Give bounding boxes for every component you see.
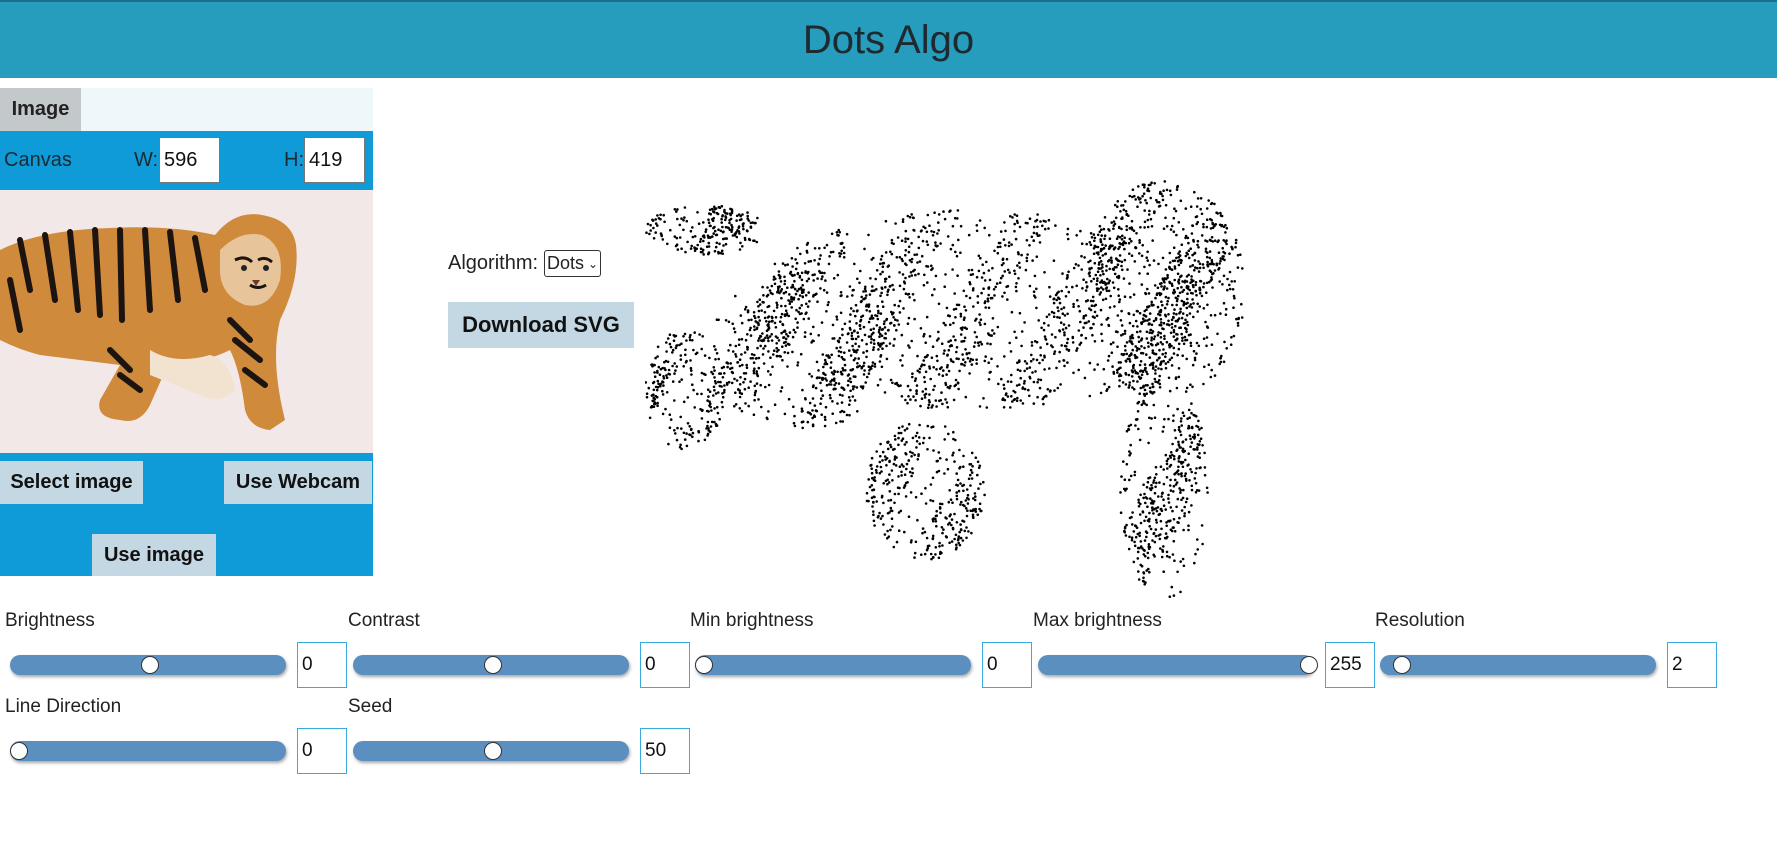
slider-label: Seed	[348, 696, 393, 717]
slider-track[interactable]	[695, 655, 971, 675]
slider-thumb[interactable]	[1393, 656, 1412, 674]
app-header: Dots Algo	[0, 0, 1777, 78]
slider-label: Brightness	[5, 610, 95, 631]
slider-line-direction: Line Direction 0	[5, 696, 347, 776]
dots-output-canvas	[645, 180, 1244, 598]
slider-value-input[interactable]: 50	[640, 728, 690, 774]
slider-value-input[interactable]: 0	[297, 642, 347, 688]
canvas-label: Canvas	[4, 149, 72, 171]
chevron-down-icon: ⌄	[588, 256, 599, 271]
algorithm-select-value: Dots	[547, 253, 585, 273]
slider-value-input[interactable]: 0	[297, 728, 347, 774]
slider-label: Min brightness	[690, 610, 814, 631]
image-actions: Select image Use Webcam Use image	[0, 453, 373, 576]
slider-track[interactable]	[10, 655, 286, 675]
slider-track[interactable]	[10, 741, 286, 761]
slider-track[interactable]	[353, 655, 629, 675]
slider-seed: Seed 50	[348, 696, 690, 776]
image-tab-bar: Image	[0, 88, 373, 131]
slider-label: Resolution	[1375, 610, 1465, 631]
slider-thumb[interactable]	[695, 656, 713, 674]
slider-min-brightness: Min brightness 0	[690, 610, 1032, 690]
app-title: Dots Algo	[802, 17, 975, 62]
slider-track[interactable]	[353, 741, 629, 761]
use-image-button[interactable]: Use image	[92, 534, 216, 576]
algorithm-select[interactable]: Dots ⌄	[544, 250, 602, 277]
slider-value-input[interactable]: 2	[1667, 642, 1717, 688]
slider-thumb[interactable]	[484, 742, 502, 760]
slider-value-input[interactable]: 0	[640, 642, 690, 688]
slider-label: Contrast	[348, 610, 420, 631]
slider-thumb[interactable]	[1300, 656, 1318, 674]
slider-value-input[interactable]: 0	[982, 642, 1032, 688]
tab-image[interactable]: Image	[0, 88, 81, 131]
slider-label: Max brightness	[1033, 610, 1162, 631]
slider-track[interactable]	[1038, 655, 1318, 675]
canvas-height-input[interactable]	[304, 137, 365, 183]
dots-group	[645, 180, 1244, 598]
algorithm-label: Algorithm:	[448, 252, 539, 274]
slider-brightness: Brightness 0	[5, 610, 347, 690]
height-label: H:	[284, 149, 304, 171]
source-image-preview	[0, 190, 373, 453]
slider-contrast: Contrast 0	[348, 610, 690, 690]
canvas-width-input[interactable]	[159, 137, 220, 183]
slider-thumb[interactable]	[141, 656, 159, 674]
download-svg-button[interactable]: Download SVG	[448, 302, 634, 348]
slider-thumb[interactable]	[484, 656, 502, 674]
slider-resolution: Resolution 2	[1375, 610, 1717, 690]
tiger-photo	[0, 214, 297, 430]
algorithm-control: Algorithm: Dots ⌄	[448, 250, 602, 277]
slider-thumb[interactable]	[10, 742, 28, 760]
slider-track[interactable]	[1380, 655, 1656, 675]
select-image-button[interactable]: Select image	[0, 461, 143, 504]
slider-value-input[interactable]: 255	[1325, 642, 1375, 688]
slider-max-brightness: Max brightness 255	[1033, 610, 1375, 690]
use-webcam-button[interactable]: Use Webcam	[224, 461, 372, 504]
slider-label: Line Direction	[5, 696, 122, 717]
canvas-size-row: Canvas W: H:	[0, 131, 373, 190]
width-label: W:	[134, 149, 159, 171]
